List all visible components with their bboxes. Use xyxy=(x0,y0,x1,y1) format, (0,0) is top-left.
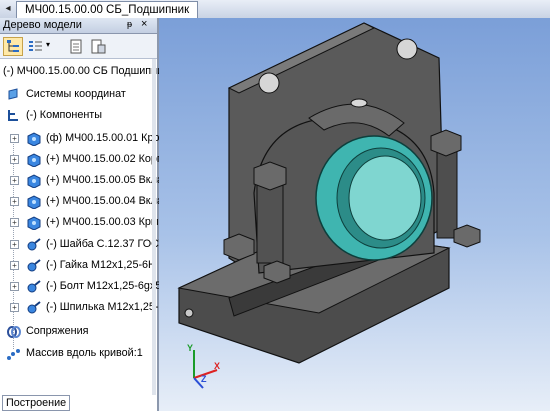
tree-item-label: (+) МЧ00.15.00.04 Вклад xyxy=(46,195,170,207)
tree-item-label: Системы координат xyxy=(26,88,126,100)
standard-part-icon xyxy=(27,259,41,272)
tree-structure-view-button[interactable] xyxy=(3,37,23,56)
plate-hole xyxy=(258,72,280,94)
stud-left xyxy=(256,182,284,264)
oil-hole xyxy=(350,98,368,108)
expand-icon[interactable]: + xyxy=(10,197,19,206)
tree-item-label: (ф) МЧ00.15.00.01 Крон xyxy=(46,132,166,144)
bearing-bore xyxy=(348,155,422,241)
bolt-head xyxy=(223,233,255,261)
tree-toolbar: ▾ xyxy=(0,34,157,59)
document-settings-icon xyxy=(91,39,106,54)
tree-item-label: (-) Болт M12x1,25-6gx5 xyxy=(46,280,162,292)
dropdown-arrow-icon[interactable]: ▾ xyxy=(46,40,50,49)
expand-icon[interactable]: + xyxy=(10,218,19,227)
part-icon xyxy=(27,195,41,209)
tree-item-label: (+) МЧ00.15.00.03 Крыш xyxy=(46,216,168,228)
tree-list-view-button[interactable] xyxy=(26,37,46,56)
expand-icon[interactable]: + xyxy=(10,282,19,291)
model-tree: (-) МЧ00.15.00.00 СБ Подшипник ( Системы… xyxy=(0,59,174,389)
axis-z-label: Z xyxy=(201,374,207,384)
standard-part-icon xyxy=(27,280,41,293)
tree-scrollbar[interactable] xyxy=(152,59,156,395)
part-icon xyxy=(27,174,41,188)
bolt-head xyxy=(263,260,291,284)
list-view-icon xyxy=(29,41,42,51)
bearing-assembly-model[interactable] xyxy=(159,18,550,411)
bolt-head xyxy=(453,224,481,248)
settings-button[interactable] xyxy=(88,37,108,56)
tree-item-label: (-) Компоненты xyxy=(26,109,102,121)
tree-item-label: (-) МЧ00.15.00.00 СБ Подшипник ( xyxy=(3,65,175,77)
stud-right xyxy=(436,147,458,239)
tree-item-label: Массив вдоль кривой:1 xyxy=(26,347,143,359)
part-icon xyxy=(27,132,41,146)
document-tab-strip: ◂ МЧ00.15.00.00 СБ_Подшипник xyxy=(0,0,550,19)
coordinate-systems-icon xyxy=(8,88,18,100)
nut-left xyxy=(253,161,287,191)
part-icon xyxy=(27,153,41,167)
expand-icon[interactable]: + xyxy=(10,261,19,270)
axis-x-label: X xyxy=(214,361,221,371)
expand-icon[interactable]: + xyxy=(10,176,19,185)
expand-icon[interactable]: + xyxy=(10,155,19,164)
tree-item-label: (-) Гайка M12x1,25-6H ( xyxy=(46,259,163,271)
panel-title: Дерево модели xyxy=(3,19,82,31)
document-tab[interactable]: МЧ00.15.00.00 СБ_Подшипник xyxy=(16,1,199,18)
standard-part-icon xyxy=(27,301,41,314)
pin-icon[interactable]: ᵽ xyxy=(127,19,132,29)
part-icon xyxy=(27,216,41,230)
close-icon[interactable]: × xyxy=(141,18,147,30)
expand-icon[interactable]: + xyxy=(10,134,19,143)
expand-icon[interactable]: + xyxy=(10,303,19,312)
tree-item-label: Сопряжения xyxy=(26,325,89,337)
mates-icon xyxy=(7,326,21,338)
panel-titlebar: Дерево модели ᵽ × xyxy=(0,18,157,34)
properties-button[interactable] xyxy=(66,37,86,56)
components-icon xyxy=(8,110,18,121)
pattern-icon xyxy=(7,349,20,360)
model-tree-panel: Дерево модели ᵽ × ▾ (-) МЧ00.15.00.00 СБ… xyxy=(0,18,174,411)
nut-right xyxy=(430,129,462,157)
document-icon xyxy=(70,39,82,54)
construction-tab[interactable]: Построение xyxy=(2,395,71,411)
plate-hole xyxy=(396,38,418,60)
expand-icon[interactable]: + xyxy=(10,240,19,249)
3d-viewport[interactable]: Y X Z xyxy=(159,18,550,411)
base-hole xyxy=(184,308,194,318)
tree-structure-icon xyxy=(7,40,19,52)
tab-scroll-left-icon[interactable]: ◂ xyxy=(2,2,14,15)
standard-part-icon xyxy=(27,238,41,251)
tree-item-label: (-) Шайба C.12.37 ГОСТ xyxy=(46,238,166,250)
tree-item-label: (+) МЧ00.15.00.02 Корп xyxy=(46,153,163,165)
axis-y-label: Y xyxy=(187,343,194,353)
tree-item-label: (+) МЧ00.15.00.05 Вклад xyxy=(46,174,170,186)
tree-item-label: (-) Шпилька M12x1,25-( xyxy=(46,301,163,313)
